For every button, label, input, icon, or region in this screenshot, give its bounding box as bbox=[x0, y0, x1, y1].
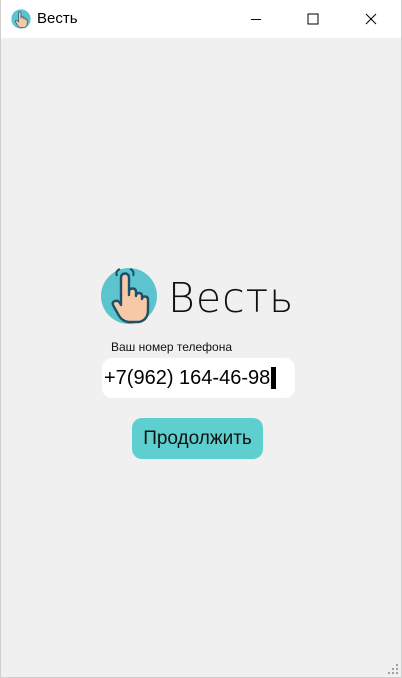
close-icon bbox=[365, 13, 377, 25]
phone-input[interactable]: +7(962) 164-46-98 bbox=[102, 358, 295, 398]
maximize-icon bbox=[307, 13, 319, 25]
app-window: Весть Весть Ваш номер телефона +7(962) 1… bbox=[0, 0, 402, 678]
close-button[interactable] bbox=[348, 0, 394, 38]
pointing-hand-icon bbox=[11, 9, 31, 29]
text-cursor bbox=[271, 367, 277, 389]
phone-label: Ваш номер телефона bbox=[111, 340, 233, 354]
maximize-button[interactable] bbox=[290, 0, 336, 38]
phone-value: +7(962) 164-46-98 bbox=[104, 367, 271, 389]
login-panel: Весть Ваш номер телефона +7(962) 164-46-… bbox=[1, 38, 401, 678]
pointing-hand-icon bbox=[101, 268, 157, 324]
continue-button[interactable]: Продолжить bbox=[132, 418, 263, 459]
app-name: Весть bbox=[168, 274, 295, 322]
window-title: Весть bbox=[37, 10, 78, 27]
minimize-button[interactable] bbox=[233, 0, 279, 38]
resize-grip-icon[interactable] bbox=[388, 664, 398, 674]
title-bar[interactable]: Весть bbox=[1, 0, 401, 38]
minimize-icon bbox=[251, 19, 261, 20]
